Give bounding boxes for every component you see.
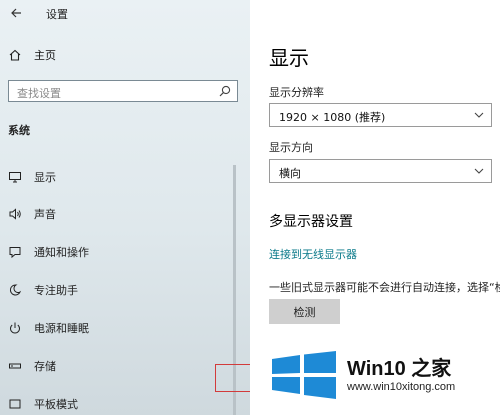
search-input[interactable]: 查找设置: [8, 80, 238, 102]
sidebar-item-tablet-mode[interactable]: 平板模式: [8, 396, 78, 412]
power-icon: [8, 321, 22, 335]
sidebar-item-label: 电源和睡眠: [34, 322, 89, 335]
sidebar: 设置 主页 查找设置 系统 显示 声音 通知和操作 专注助手 电源和睡眠 存储 …: [0, 0, 250, 415]
sidebar-item-label: 声音: [34, 208, 56, 221]
sidebar-item-label: 专注助手: [34, 284, 78, 297]
app-title: 设置: [46, 8, 68, 21]
watermark-brand: Win10 之家: [347, 358, 452, 380]
tablet-icon: [8, 397, 22, 411]
speaker-icon: [8, 207, 22, 221]
sidebar-item-storage[interactable]: 存储: [8, 358, 56, 374]
chevron-down-icon: [474, 112, 484, 118]
sidebar-item-display[interactable]: 显示: [8, 169, 56, 185]
multi-display-description: 一些旧式显示器可能不会进行自动连接，选择“检: [269, 281, 500, 294]
sidebar-item-label: 主页: [34, 49, 56, 62]
connect-wireless-display-link[interactable]: 连接到无线显示器: [269, 246, 357, 262]
sidebar-item-sound[interactable]: 声音: [8, 206, 56, 222]
detect-button[interactable]: 检测: [269, 299, 340, 324]
sidebar-item-label: 存储: [34, 360, 56, 373]
sidebar-item-notifications[interactable]: 通知和操作: [8, 244, 89, 260]
sidebar-item-power-sleep[interactable]: 电源和睡眠: [8, 320, 89, 336]
sidebar-item-home[interactable]: 主页: [8, 47, 56, 63]
page-title: 显示: [269, 46, 309, 70]
orientation-value: 横向: [279, 167, 301, 180]
sidebar-item-label: 平板模式: [34, 398, 78, 411]
arrow-left-icon[interactable]: [10, 7, 22, 19]
watermark-url: www.win10xitong.com: [347, 381, 456, 393]
windows-logo-icon: [272, 351, 336, 399]
chevron-down-icon: [474, 168, 484, 174]
section-title: 系统: [8, 124, 30, 137]
search-placeholder: 查找设置: [17, 87, 61, 100]
search-icon[interactable]: [219, 85, 231, 97]
orientation-label: 显示方向: [269, 141, 313, 154]
annotation-bracket: [215, 364, 250, 392]
storage-icon: [8, 359, 22, 373]
sidebar-item-label: 通知和操作: [34, 246, 89, 259]
notification-icon: [8, 245, 22, 259]
monitor-icon: [8, 170, 22, 184]
resolution-label: 显示分辨率: [269, 86, 324, 99]
sidebar-item-focus-assist[interactable]: 专注助手: [8, 282, 78, 298]
moon-icon: [8, 283, 22, 297]
orientation-dropdown[interactable]: 横向: [269, 159, 492, 183]
resolution-value: 1920 × 1080 (推荐): [279, 111, 386, 124]
resolution-dropdown[interactable]: 1920 × 1080 (推荐): [269, 103, 492, 127]
home-icon: [9, 49, 21, 61]
sidebar-item-label: 显示: [34, 171, 56, 184]
multi-display-heading: 多显示器设置: [269, 214, 353, 230]
